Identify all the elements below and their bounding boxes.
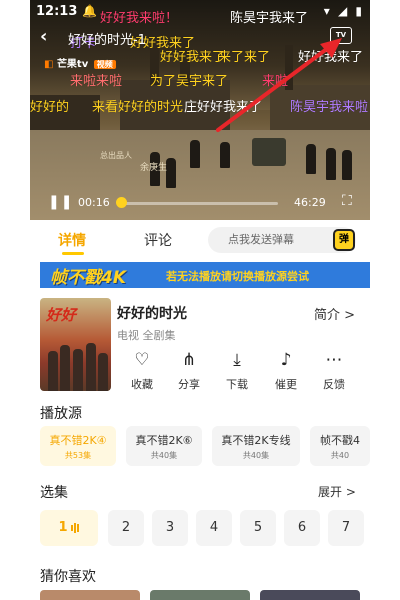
danmaku-comment: 好好的 bbox=[30, 100, 70, 115]
episode-2-button[interactable]: 2 bbox=[108, 510, 144, 546]
action-label: 催更 bbox=[275, 378, 297, 391]
mango-tv-logo: ◧ 芒果tv 视频 bbox=[44, 55, 116, 70]
danmaku-comment: 来啦 bbox=[262, 74, 289, 89]
expand-episodes-button[interactable]: 展开 > bbox=[318, 483, 356, 500]
danmaku-comment: 陈昊宇我来啦 bbox=[290, 100, 369, 115]
player-top-bar: ‹ 好好的时光-1 TV bbox=[30, 24, 370, 50]
video-credit-label: 总出品人 bbox=[100, 151, 132, 160]
heart-icon: ♡ bbox=[134, 350, 150, 370]
poster-title: 好好 bbox=[46, 306, 77, 324]
source-name: 真不错2K④ bbox=[49, 434, 107, 447]
notice-banner[interactable]: 帧不戳4K 若无法播放请切换播放源尝试 bbox=[40, 262, 370, 288]
mango-logo-icon: ◧ bbox=[44, 59, 54, 70]
playing-indicator-icon bbox=[70, 510, 80, 546]
episode-number: 1 bbox=[58, 520, 68, 535]
recommend-title: 猜你喜欢 bbox=[40, 569, 96, 585]
cast-to-tv-icon[interactable]: TV bbox=[330, 27, 352, 44]
notification-bell-icon: 🔔 bbox=[82, 4, 97, 18]
status-time: 12:13 bbox=[36, 4, 78, 19]
episode-7-button[interactable]: 7 bbox=[328, 510, 364, 546]
tab-detail[interactable]: 详情 bbox=[58, 230, 86, 255]
source-count: 共53集 bbox=[64, 451, 92, 460]
episodes-title: 选集 bbox=[40, 485, 68, 501]
action-label: 下载 bbox=[226, 378, 248, 391]
status-icons: ▾ ◢ ▮ bbox=[324, 4, 364, 18]
brand-tag: 视频 bbox=[93, 60, 116, 69]
tab-detail-label: 详情 bbox=[58, 233, 86, 249]
source-name: 真不错2K专线 bbox=[221, 434, 291, 447]
episode-6-button[interactable]: 6 bbox=[284, 510, 320, 546]
action-label: 分享 bbox=[178, 378, 200, 391]
source-count: 共40集 bbox=[150, 451, 178, 460]
download-icon: ⤓ bbox=[233, 350, 241, 370]
intro-link[interactable]: 简介 > bbox=[314, 304, 355, 323]
current-time: 00:16 bbox=[78, 196, 110, 209]
wifi-icon: ▾ bbox=[323, 4, 332, 18]
action-label: 收藏 bbox=[131, 378, 153, 391]
danmaku-comment: 为了吴宇来了 bbox=[150, 74, 229, 89]
source-count: 共40集 bbox=[242, 451, 270, 460]
banner-message: 若无法播放请切换播放源尝试 bbox=[166, 270, 309, 283]
video-credit-name: 余庚生 bbox=[140, 163, 168, 173]
episode-title: 好好的时光-1 bbox=[68, 33, 146, 48]
progress-knob[interactable] bbox=[116, 197, 127, 208]
show-meta: 电视 全剧集 bbox=[117, 329, 176, 342]
tab-active-indicator bbox=[62, 252, 84, 255]
back-arrow-icon[interactable]: ‹ bbox=[40, 26, 47, 47]
video-player[interactable]: 总出品人 余庚生 好好我来啦！ 陈昊宇我来了 好好我来了 打卡 好好我来了 来了来了 好好我… bbox=[30, 0, 370, 220]
status-bar: 12:13 🔔 ▾ ◢ ▮ bbox=[30, 0, 370, 22]
episode-5-button[interactable]: 5 bbox=[240, 510, 276, 546]
source-name: 帧不戳4 bbox=[320, 434, 360, 447]
danmaku-comment: 来看好好的时光 bbox=[92, 100, 184, 115]
feedback-button[interactable]: ⋯ 反馈 bbox=[314, 350, 354, 392]
episode-3-button[interactable]: 3 bbox=[152, 510, 188, 546]
recommend-thumb[interactable] bbox=[150, 590, 250, 600]
sources-title: 播放源 bbox=[40, 406, 82, 422]
player-controls: ❚❚ 00:16 46:29 ⛶ bbox=[30, 190, 370, 216]
bell-icon: ♪ bbox=[280, 350, 292, 370]
danmaku-comment: 来啦来啦 bbox=[70, 74, 123, 89]
urge-update-button[interactable]: ♪ 催更 bbox=[266, 350, 306, 392]
source-option[interactable]: 真不错2K④ 共53集 bbox=[40, 426, 116, 466]
recommend-thumb[interactable] bbox=[260, 590, 360, 600]
source-option[interactable]: 真不错2K⑥ 共40集 bbox=[126, 426, 202, 466]
share-button[interactable]: ⋔ 分享 bbox=[169, 350, 209, 392]
progress-track[interactable] bbox=[120, 202, 278, 205]
show-poster[interactable]: 好好 bbox=[40, 298, 111, 391]
battery-icon: ▮ bbox=[355, 4, 364, 18]
danmaku-toggle-button[interactable]: 弹 bbox=[333, 229, 355, 251]
fullscreen-icon[interactable]: ⛶ bbox=[342, 193, 352, 209]
brand-name: 芒果tv bbox=[56, 59, 89, 70]
source-name: 真不错2K⑥ bbox=[135, 434, 193, 447]
share-icon: ⋔ bbox=[181, 350, 197, 370]
pause-button[interactable]: ❚❚ bbox=[48, 194, 73, 210]
tab-comment[interactable]: 评论 bbox=[144, 230, 172, 250]
duration: 46:29 bbox=[294, 196, 326, 209]
source-count: 共40 bbox=[330, 451, 350, 460]
episode-4-button[interactable]: 4 bbox=[196, 510, 232, 546]
favorite-button[interactable]: ♡ 收藏 bbox=[122, 350, 162, 392]
episode-1-button[interactable]: 1 bbox=[40, 510, 98, 546]
source-option[interactable]: 真不错2K专线 共40集 bbox=[212, 426, 300, 466]
feedback-icon: ⋯ bbox=[325, 350, 343, 370]
show-title: 好好的时光 bbox=[117, 306, 187, 322]
detail-tabs: 详情 评论 点我发送弹幕 弹 bbox=[30, 220, 370, 260]
danmaku-comment: 庄好好我来了 bbox=[184, 100, 263, 115]
app-frame: 总出品人 余庚生 好好我来啦！ 陈昊宇我来了 好好我来了 打卡 好好我来了 来了来了 好好我… bbox=[30, 0, 370, 600]
action-label: 反馈 bbox=[323, 378, 345, 391]
signal-icon: ◢ bbox=[337, 4, 350, 18]
download-button[interactable]: ⤓ 下载 bbox=[217, 350, 257, 392]
banner-brand: 帧不戳4K bbox=[50, 268, 127, 288]
source-option[interactable]: 帧不戳4 共40 bbox=[310, 426, 370, 466]
recommend-thumb[interactable] bbox=[40, 590, 140, 600]
